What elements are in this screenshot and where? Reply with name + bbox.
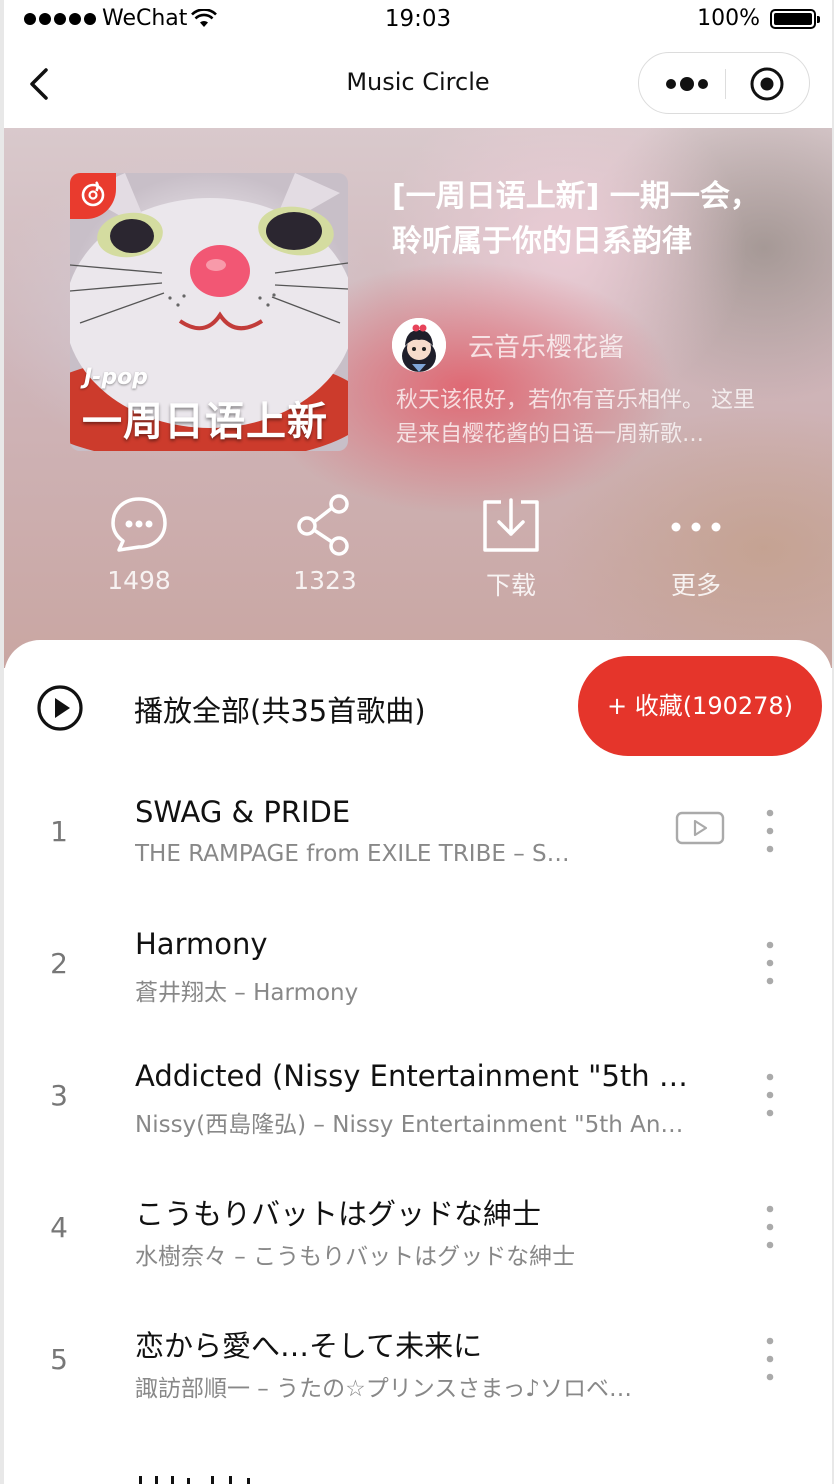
track-title: Harmony — [135, 927, 268, 961]
battery-icon — [770, 8, 820, 29]
action-bar: 1498 1323 下载 更多 — [4, 492, 832, 612]
next-track-partial — [139, 1476, 250, 1484]
track-artist: 水樹奈々 – こうもりバットはグッドな紳士 — [135, 1244, 576, 1270]
track-row[interactable]: 2 Harmony 蒼井翔太 – Harmony — [4, 905, 832, 1037]
more-dots-icon[interactable] — [661, 71, 721, 97]
play-all-row[interactable]: 播放全部(共35首歌曲) + 收藏(190278) — [4, 640, 832, 770]
netease-logo-icon — [81, 181, 105, 207]
download-label: 下载 — [485, 571, 536, 600]
playlist-description[interactable]: 秋天该很好，若你有音乐相伴。 这里是来自樱花酱的日语一周新歌… — [396, 384, 776, 452]
share-action[interactable]: 1323 — [255, 492, 395, 595]
comment-action[interactable]: 1498 — [69, 492, 209, 595]
track-title: こうもりバットはグッドな紳士 — [135, 1197, 542, 1231]
creator-row[interactable]: 云音乐樱花酱 — [392, 318, 624, 372]
download-icon — [483, 498, 539, 552]
collect-button[interactable]: + 收藏(190278) — [578, 656, 822, 756]
track-title: Addicted (Nissy Entertainment "5th … — [135, 1059, 688, 1093]
track-artist: THE RAMPAGE from EXILE TRIBE – S… — [135, 841, 570, 867]
share-icon — [297, 494, 349, 556]
more-label: 更多 — [670, 571, 721, 600]
close-target-icon[interactable] — [749, 66, 785, 102]
track-more-icon[interactable] — [762, 1335, 778, 1383]
creator-name[interactable]: 云音乐樱花酱 — [468, 327, 624, 364]
track-row[interactable]: 5 恋から愛へ…そして未来に 諏訪部順一 – うたの☆プリンスさまっ♪ソロベ… — [4, 1301, 832, 1433]
track-number: 4 — [50, 1211, 68, 1244]
battery-percent: 100% — [697, 6, 760, 31]
track-number: 5 — [50, 1343, 68, 1376]
cover-genre-tag: J-pop — [84, 365, 148, 390]
nav-bar: Music Circle — [4, 40, 832, 128]
share-count: 1323 — [293, 566, 357, 595]
phone-screen: WeChat 19:03 100% Music Circle J-pop 一周日… — [4, 0, 832, 1484]
playlist-header: J-pop 一周日语上新 [一周日语上新] 一期一会，聆听属于你的日系韵律 云音… — [4, 128, 832, 668]
track-artist: 諏訪部順一 – うたの☆プリンスさまっ♪ソロベ… — [135, 1376, 633, 1402]
comment-icon — [111, 497, 167, 552]
track-row[interactable]: 1 SWAG & PRIDE THE RAMPAGE from EXILE TR… — [4, 773, 832, 905]
track-more-icon[interactable] — [762, 807, 778, 855]
comment-count: 1498 — [107, 566, 171, 595]
avatar-image — [392, 318, 446, 372]
mini-program-capsule — [638, 52, 810, 114]
playlist-cover[interactable]: J-pop 一周日语上新 — [70, 173, 348, 451]
track-number: 2 — [50, 947, 68, 980]
more-icon — [671, 522, 721, 532]
track-artist: 蒼井翔太 – Harmony — [135, 980, 359, 1006]
track-title: SWAG & PRIDE — [135, 795, 351, 829]
track-artist: Nissy(西島隆弘) – Nissy Entertainment "5th A… — [135, 1112, 684, 1138]
play-circle-icon[interactable] — [36, 684, 84, 732]
track-number: 1 — [50, 815, 68, 848]
track-row[interactable]: 3 Addicted (Nissy Entertainment "5th … N… — [4, 1037, 832, 1169]
track-more-icon[interactable] — [762, 1203, 778, 1251]
capsule-divider — [725, 69, 726, 99]
track-title: 恋から愛へ…そして未来に — [135, 1329, 483, 1363]
track-number: 3 — [50, 1079, 68, 1112]
download-action[interactable]: 下载 — [441, 492, 581, 602]
cover-title: 一周日语上新 — [82, 399, 328, 445]
track-more-icon[interactable] — [762, 1071, 778, 1119]
track-more-icon[interactable] — [762, 939, 778, 987]
play-all-label[interactable]: 播放全部(共35首歌曲) — [134, 688, 426, 730]
creator-avatar[interactable] — [392, 318, 446, 372]
mv-video-icon[interactable] — [675, 811, 725, 845]
battery-group: 100% — [697, 6, 820, 31]
playlist-title: [一周日语上新] 一期一会，聆听属于你的日系韵律 — [392, 179, 760, 259]
song-list-panel: 播放全部(共35首歌曲) + 收藏(190278) 1 SWAG & PRIDE… — [4, 640, 832, 1484]
more-action[interactable]: 更多 — [626, 492, 766, 602]
status-bar: WeChat 19:03 100% — [4, 0, 832, 40]
track-row[interactable]: 4 こうもりバットはグッドな紳士 水樹奈々 – こうもりバットはグッドな紳士 — [4, 1169, 832, 1301]
